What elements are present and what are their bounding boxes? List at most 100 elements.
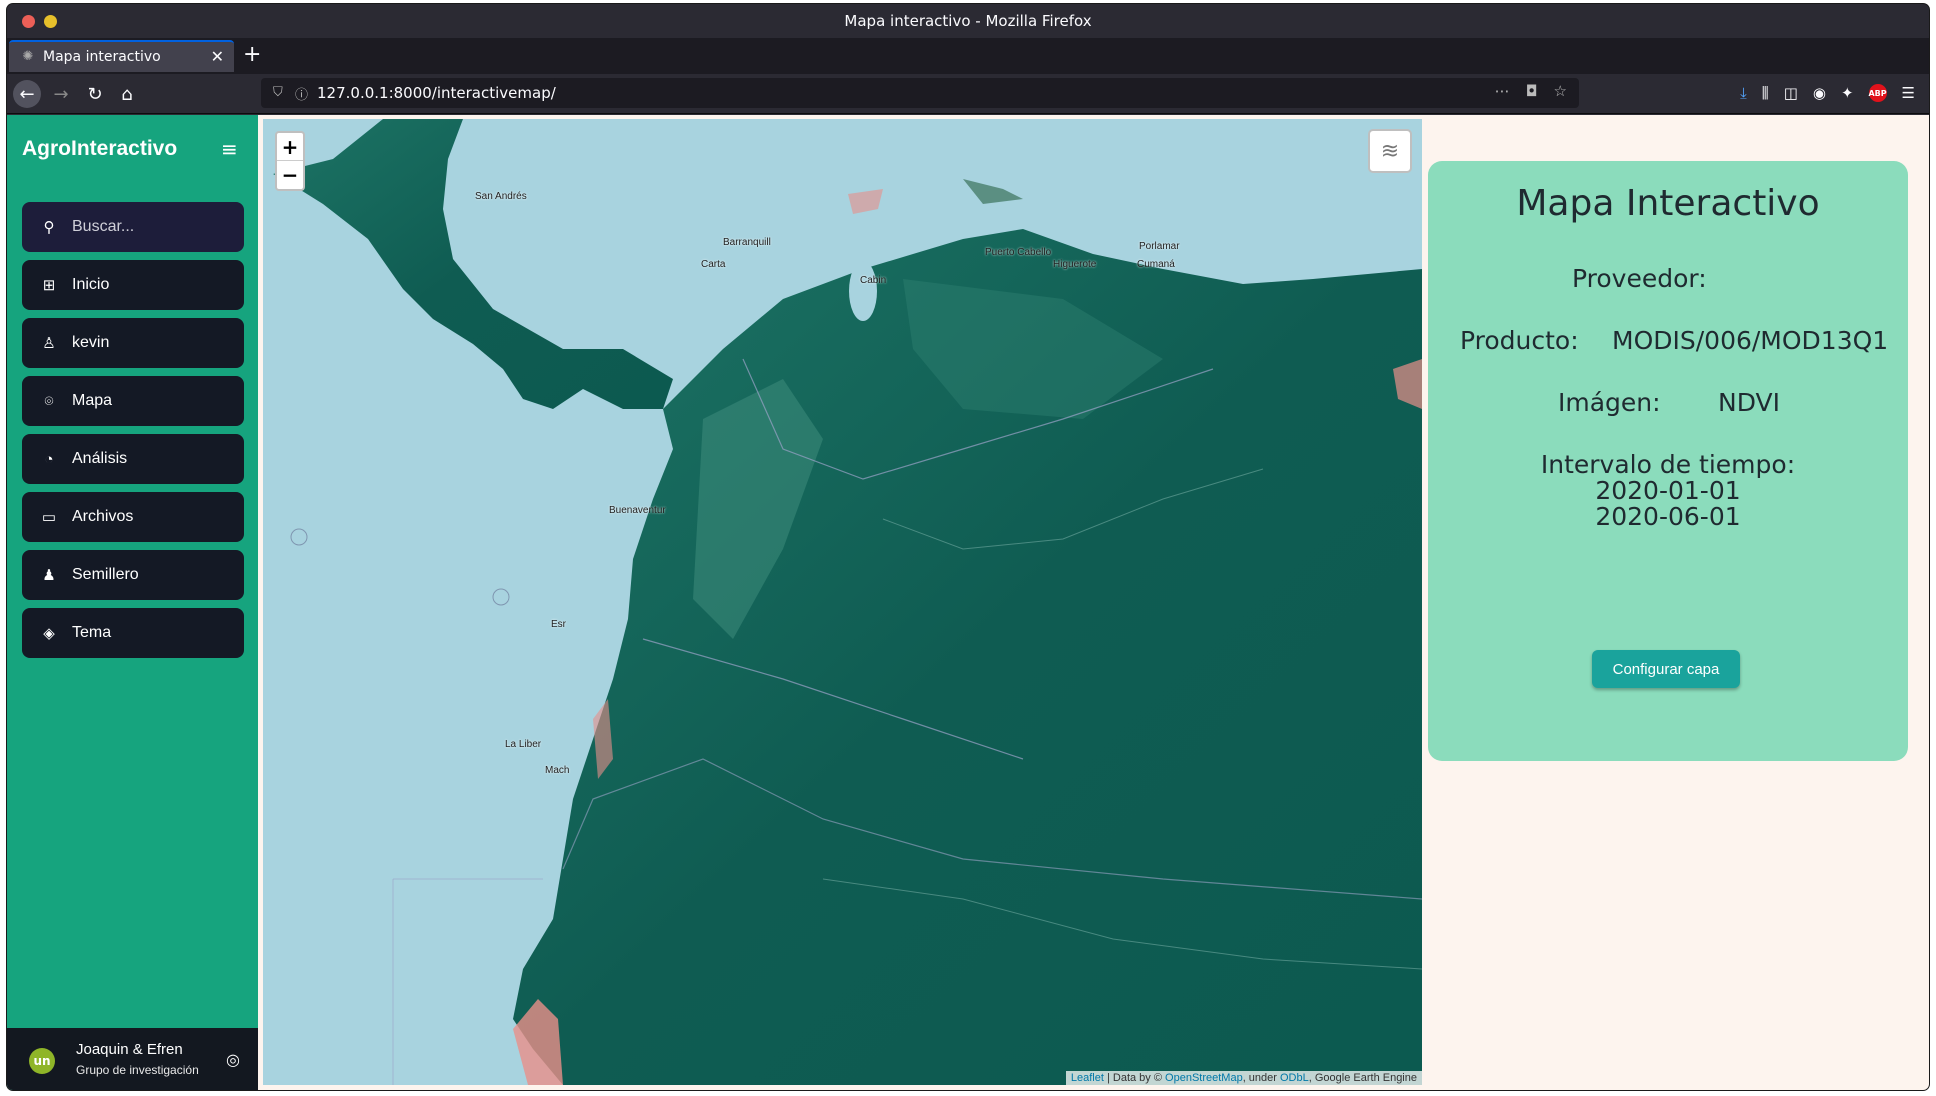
brand-title: AgroInteractivo [22, 137, 178, 160]
attribution-text: , under [1242, 1072, 1280, 1084]
search-box[interactable]: ⚲ [22, 202, 244, 252]
avatar: un [29, 1048, 55, 1074]
sidebar-item-label: Semillero [72, 566, 139, 583]
forward-button[interactable]: → [47, 80, 75, 108]
new-tab-icon[interactable]: + [243, 42, 261, 67]
title-bar: Mapa interactivo - Mozilla Firefox [7, 4, 1929, 38]
sidebar-toggle-icon[interactable]: ◫ [1784, 84, 1798, 102]
panel-title: Mapa Interactivo [1516, 183, 1820, 224]
user-icon: ♙ [42, 335, 56, 352]
zoom-in-button[interactable]: + [277, 133, 303, 161]
extension-icon[interactable]: ✦ [1841, 84, 1854, 102]
island-marker [492, 588, 510, 606]
bookmark-star-icon[interactable]: ☆ [1554, 82, 1567, 100]
sidebar-item-archivos[interactable]: ▭ Archivos [22, 492, 244, 542]
pie-chart-icon: ◔ [44, 450, 54, 468]
browser-window: Mapa interactivo - Mozilla Firefox ✺ Map… [7, 4, 1929, 1090]
url-actions: ⋯ ◘ ☆ [1495, 82, 1567, 100]
more-actions-icon[interactable]: ⋯ [1495, 82, 1510, 100]
map-label: Porlamar [1139, 241, 1180, 252]
menu-icon[interactable]: ☰ [1902, 84, 1915, 102]
profile-role: Grupo de investigación [76, 1063, 199, 1077]
osm-link[interactable]: OpenStreetMap [1165, 1072, 1243, 1084]
sidebar-item-label: Archivos [72, 508, 134, 525]
odbl-link[interactable]: ODbL [1280, 1072, 1309, 1084]
map-label: Mach [545, 765, 570, 776]
sidebar-item-tema[interactable]: ◈ Tema [22, 608, 244, 658]
url-text[interactable]: 127.0.0.1:8000/interactivemap/ [317, 84, 556, 102]
island-marker [290, 528, 308, 546]
url-bar[interactable]: ⛉ ⓘ 127.0.0.1:8000/interactivemap/ ⋯ ◘ ☆ [261, 78, 1579, 108]
sidebar-item-kevin[interactable]: ♙ kevin [22, 318, 244, 368]
interactive-map[interactable]: San Andrés Barranquill Carta Cabin Puert… [263, 119, 1422, 1085]
close-window-button[interactable] [22, 15, 35, 28]
window-title: Mapa interactivo - Mozilla Firefox [844, 12, 1092, 30]
info-icon[interactable]: ⓘ [295, 84, 308, 103]
sidebar: AgroInteractivo ≡ ⚲ ⊞ Inicio ♙ kevin ⌾ M… [7, 115, 258, 1090]
download-icon[interactable]: ⤓ [1740, 84, 1747, 102]
configure-layer-button[interactable]: Configurar capa [1592, 650, 1740, 688]
search-icon: ⚲ [43, 219, 55, 236]
map-label: Puerto Cabello [985, 247, 1052, 258]
product-value: MODIS/006/MOD13Q1 [1612, 326, 1889, 355]
nav-bar: ← → ↻ ⌂ ⛉ ⓘ 127.0.0.1:8000/interactivema… [7, 74, 1929, 114]
central-america-land [273, 119, 673, 409]
sidebar-item-label: kevin [72, 334, 110, 351]
ndvi-map-layer[interactable] [263, 119, 1422, 1085]
page-content: AgroInteractivo ≡ ⚲ ⊞ Inicio ♙ kevin ⌾ M… [7, 115, 1929, 1090]
sidebar-item-label: Inicio [72, 276, 110, 293]
close-tab-icon[interactable]: ✕ [211, 47, 224, 66]
layers-icon[interactable]: ≋ [1368, 129, 1412, 173]
sidebar-item-label: Tema [72, 624, 112, 641]
toolbar-right: ⤓ ⫼ ◫ ◉ ✦ ABP ☰ [1740, 84, 1915, 102]
adblock-icon[interactable]: ABP [1868, 84, 1887, 102]
map-label: Cumaná [1137, 259, 1175, 270]
map-label: San Andrés [475, 191, 527, 202]
zoom-out-button[interactable]: − [277, 161, 303, 189]
map-label: Barranquill [723, 237, 771, 248]
info-panel: Mapa Interactivo Proveedor: Producto: MO… [1428, 161, 1908, 761]
tab-label: Mapa interactivo [43, 49, 161, 65]
sidebar-toggle-menu-icon[interactable]: ≡ [221, 137, 238, 161]
product-label: Producto: [1460, 326, 1579, 355]
window-controls [22, 15, 57, 28]
island-shape [963, 179, 1023, 204]
account-icon[interactable]: ◉ [1813, 84, 1826, 102]
tab-mapa-interactivo[interactable]: ✺ Mapa interactivo ✕ [9, 40, 234, 72]
leaflet-link[interactable]: Leaflet [1071, 1072, 1104, 1084]
sidebar-item-label: Mapa [72, 392, 113, 409]
attribution-text: | Data by © [1103, 1072, 1166, 1084]
search-input[interactable] [72, 218, 222, 236]
github-icon[interactable]: ◎ [226, 1050, 240, 1069]
paint-bucket-icon: ◈ [43, 625, 55, 642]
group-icon: ♟ [42, 567, 56, 584]
provider-label: Proveedor: [1572, 264, 1707, 293]
dry-coast-patch [848, 189, 883, 214]
map-label: Esr [551, 619, 566, 630]
favicon-icon: ✺ [22, 49, 34, 64]
sidebar-item-semillero[interactable]: ♟ Semillero [22, 550, 244, 600]
grid-icon: ⊞ [42, 277, 56, 294]
sidebar-item-mapa[interactable]: ⌾ Mapa [22, 376, 244, 426]
image-label: Imágen: [1558, 388, 1661, 417]
image-value: NDVI [1718, 388, 1780, 417]
home-button[interactable]: ⌂ [113, 80, 141, 108]
lake-maracaibo [849, 261, 877, 321]
library-icon[interactable]: ⫼ [1762, 84, 1769, 102]
map-label: Higuerote [1053, 259, 1097, 270]
profile-footer: un Joaquin & Efren Grupo de investigació… [7, 1028, 258, 1090]
reload-button[interactable]: ↻ [81, 80, 109, 108]
shield-icon[interactable]: ⛉ [273, 85, 283, 100]
map-label: Carta [701, 259, 726, 270]
profile-name: Joaquin & Efren [76, 1041, 183, 1058]
sidebar-item-inicio[interactable]: ⊞ Inicio [22, 260, 244, 310]
minimize-window-button[interactable] [44, 15, 57, 28]
attribution-text: , Google Earth Engine [1308, 1072, 1417, 1084]
sidebar-item-analisis[interactable]: ◔ Análisis [22, 434, 244, 484]
pocket-icon[interactable]: ◘ [1526, 82, 1538, 100]
interval-start: 2020-01-01 [1595, 476, 1741, 505]
back-button[interactable]: ← [13, 80, 41, 108]
tab-strip: ✺ Mapa interactivo ✕ + [7, 38, 1929, 74]
map-attribution: Leaflet | Data by © OpenStreetMap, under… [1065, 1071, 1422, 1085]
folder-icon: ▭ [41, 509, 57, 526]
